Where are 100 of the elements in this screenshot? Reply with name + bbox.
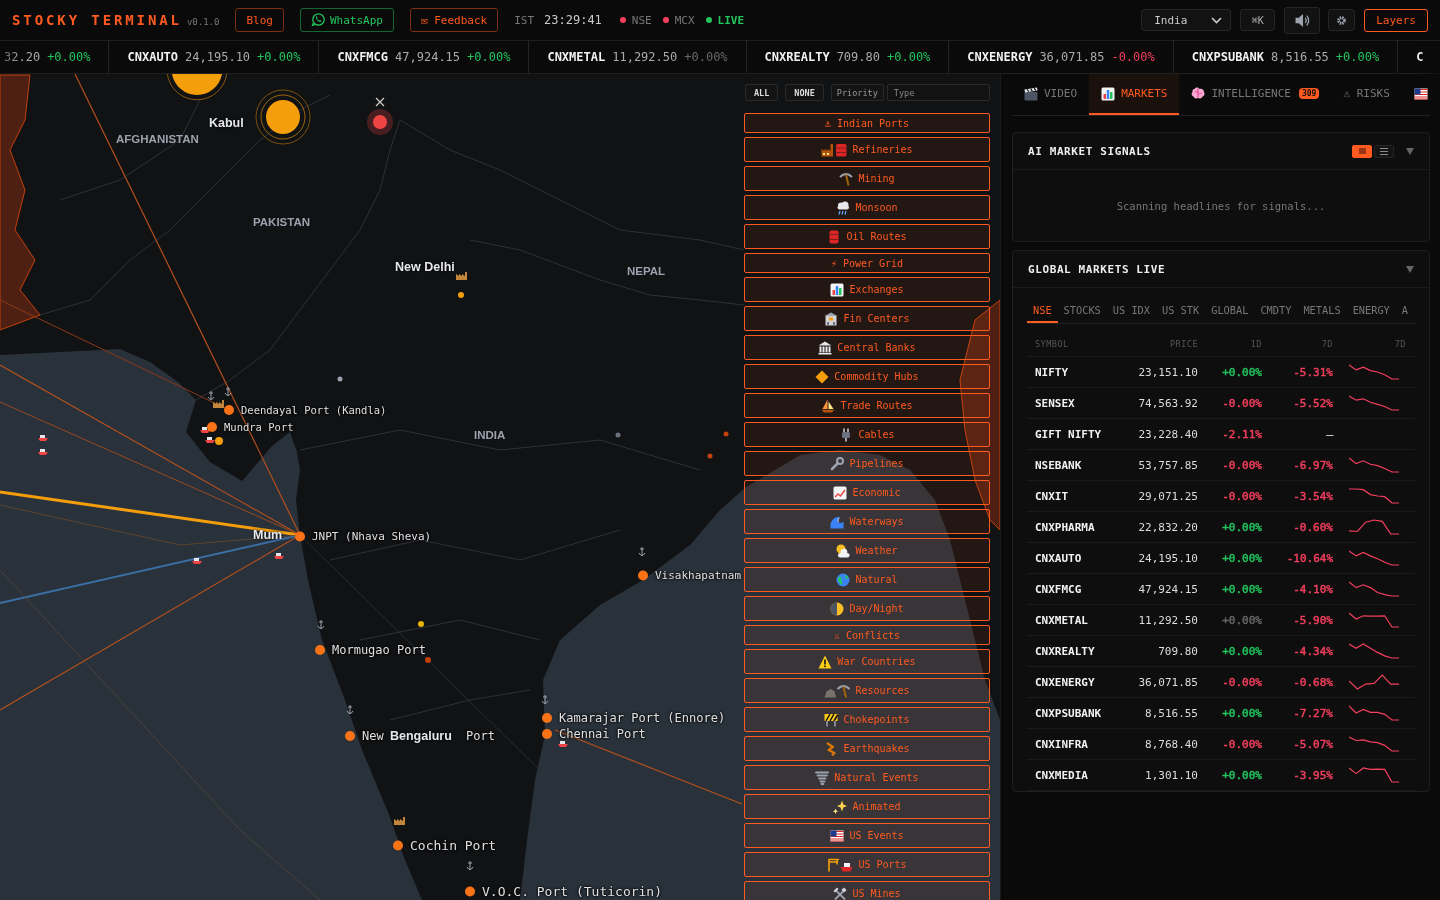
port-marker-icon bbox=[465, 886, 475, 896]
ticker-change: -0.00% bbox=[1111, 50, 1155, 64]
layer-toggle[interactable]: ⚓ Indian Ports bbox=[744, 113, 990, 133]
factory-barrel-icon bbox=[821, 142, 848, 157]
panel-tab[interactable]: INTELLIGENCE 309 bbox=[1179, 74, 1332, 115]
ticker-symbol: CNXREALTY bbox=[764, 50, 830, 64]
settings-button[interactable] bbox=[1328, 9, 1356, 31]
type-filter-field[interactable]: Type bbox=[886, 84, 990, 101]
whatsapp-button[interactable]: WhatsApp bbox=[299, 8, 394, 32]
layer-toggle[interactable]: Mining bbox=[744, 166, 990, 191]
list-view-button[interactable] bbox=[1374, 144, 1394, 158]
change-cell-text: -7.27% bbox=[1292, 706, 1334, 720]
port-marker-icon bbox=[345, 731, 355, 741]
app-title: STOCKY TERMINAL bbox=[12, 12, 182, 28]
anchor-icon bbox=[346, 704, 354, 715]
anchor-icon bbox=[638, 546, 646, 557]
square-icon bbox=[1358, 148, 1366, 154]
shortcut-button[interactable]: ⌘K bbox=[1240, 9, 1276, 31]
layer-toggle[interactable]: Resources bbox=[744, 678, 990, 703]
market-tab[interactable]: METALS bbox=[1297, 298, 1347, 323]
country-label: PAKISTAN bbox=[253, 216, 311, 228]
layers-button[interactable]: Layers bbox=[1364, 8, 1428, 32]
map-marker-icon bbox=[707, 453, 713, 459]
panel-tab[interactable]: MARKETS bbox=[1089, 74, 1180, 115]
symbol-cell-text: CNXIT bbox=[1034, 489, 1070, 503]
port-label: Port bbox=[466, 729, 495, 743]
layer-toggle[interactable]: Commodity Hubs bbox=[744, 364, 990, 389]
ticker-symbol: C bbox=[1416, 50, 1424, 64]
layer-toggle[interactable]: Earthquakes bbox=[744, 736, 990, 761]
rain-cloud-icon bbox=[836, 200, 851, 215]
layer-toggle[interactable]: Day/Night bbox=[744, 596, 990, 621]
column-header: PRICE bbox=[1168, 338, 1199, 349]
symbol-cell-text: CNXINFRA bbox=[1034, 737, 1089, 751]
layer-toggle[interactable]: Natural bbox=[744, 567, 990, 592]
change-cell-text: +0.00% bbox=[1221, 520, 1263, 534]
price-cell-text: 709.80 bbox=[1157, 644, 1199, 658]
status-label: NSE bbox=[631, 13, 652, 27]
ship-icon bbox=[274, 553, 284, 559]
layer-toggle[interactable]: Animated bbox=[744, 794, 990, 819]
sailboat-icon bbox=[821, 398, 836, 413]
market-tab[interactable]: US STK bbox=[1156, 298, 1206, 323]
layer-toggle[interactable]: ⚡ Power Grid bbox=[744, 253, 990, 273]
market-tab[interactable]: NSE bbox=[1027, 298, 1058, 323]
layer-toggle[interactable]: US Mines bbox=[744, 881, 990, 900]
country-label: NEPAL bbox=[627, 265, 666, 277]
chevron-icon bbox=[1211, 16, 1223, 24]
layer-toggle[interactable]: Oil Routes bbox=[744, 224, 990, 249]
layer-toggle[interactable]: War Countries bbox=[744, 649, 990, 674]
layer-toggle[interactable]: Fin Centers bbox=[744, 306, 990, 331]
port-marker-icon bbox=[542, 713, 552, 723]
market-tab[interactable]: ENERGY bbox=[1346, 298, 1396, 323]
market-tab[interactable]: GLOBAL bbox=[1205, 298, 1255, 323]
symbol-cell-text: CNXPSUBANK bbox=[1034, 706, 1103, 720]
layer-toggle[interactable]: Cables bbox=[744, 422, 990, 447]
layer-toggle[interactable]: Waterways bbox=[744, 509, 990, 534]
layer-toggle[interactable]: Chokepoints bbox=[744, 707, 990, 732]
layer-toggle[interactable]: Exchanges bbox=[744, 277, 990, 302]
select-all-button[interactable]: ALL bbox=[745, 84, 779, 101]
symbol-cell-text: CNXPHARMA bbox=[1034, 520, 1096, 534]
ticker-change: +0.00% bbox=[887, 50, 931, 64]
feedback-button[interactable]: ✉ Feedback bbox=[409, 8, 499, 32]
change-cell-text: -0.00% bbox=[1221, 489, 1263, 503]
card-view-button[interactable] bbox=[1352, 144, 1372, 158]
globe-icon bbox=[836, 572, 851, 587]
region-select[interactable]: India bbox=[1141, 9, 1232, 31]
timezone-label: IST bbox=[514, 13, 535, 27]
port-label: Mundra Port bbox=[224, 421, 294, 433]
select-none-button[interactable]: NONE bbox=[785, 84, 824, 101]
layer-toggle[interactable]: US Ports bbox=[744, 852, 990, 877]
layer-toggle[interactable]: Pipelines bbox=[744, 451, 990, 476]
market-tab[interactable]: STOCKS bbox=[1057, 298, 1107, 323]
bank-building-icon bbox=[824, 311, 839, 326]
layer-toggle[interactable]: Trade Routes bbox=[744, 393, 990, 418]
layer-toggle[interactable]: Central Banks bbox=[744, 335, 990, 360]
market-tab[interactable]: CMDTY bbox=[1254, 298, 1298, 323]
layer-toggle[interactable]: US Events bbox=[744, 823, 990, 848]
blog-button[interactable]: Blog bbox=[235, 8, 284, 32]
price-cell-text: 29,071.25 bbox=[1137, 489, 1199, 503]
market-tab[interactable]: US IDX bbox=[1106, 298, 1156, 323]
layer-toggle[interactable]: Weather bbox=[744, 538, 990, 563]
symbol-cell-text: NIFTY bbox=[1034, 365, 1070, 379]
caret-icon[interactable] bbox=[1406, 147, 1414, 155]
ticker-symbol: CNXMETAL bbox=[547, 50, 606, 64]
layer-toggle[interactable]: ⚔ Conflicts bbox=[744, 625, 990, 645]
change-cell-text: -2.11% bbox=[1221, 427, 1263, 441]
port-marker-icon bbox=[207, 422, 217, 432]
priority-button[interactable]: Priority bbox=[830, 84, 884, 101]
caret-icon[interactable] bbox=[1406, 265, 1414, 273]
ticker-symbol: CNXPSUBANK bbox=[1191, 50, 1265, 64]
layer-toggle[interactable]: Refineries bbox=[744, 137, 990, 162]
clock-time: 23:29:41 bbox=[544, 13, 602, 27]
layer-toggle[interactable]: Natural Events bbox=[744, 765, 990, 790]
panel-title: AI MARKET SIGNALS bbox=[1028, 144, 1152, 158]
market-tab[interactable]: A bbox=[1395, 298, 1415, 323]
panel-tab[interactable]: VIDEO bbox=[1012, 74, 1090, 115]
layer-toggle[interactable]: Monsoon bbox=[744, 195, 990, 220]
sound-button[interactable] bbox=[1284, 6, 1321, 34]
factory-icon bbox=[456, 272, 467, 280]
panel-tab[interactable]: ⚠ RISKS bbox=[1331, 74, 1402, 115]
layer-toggle[interactable]: Economic bbox=[744, 480, 990, 505]
